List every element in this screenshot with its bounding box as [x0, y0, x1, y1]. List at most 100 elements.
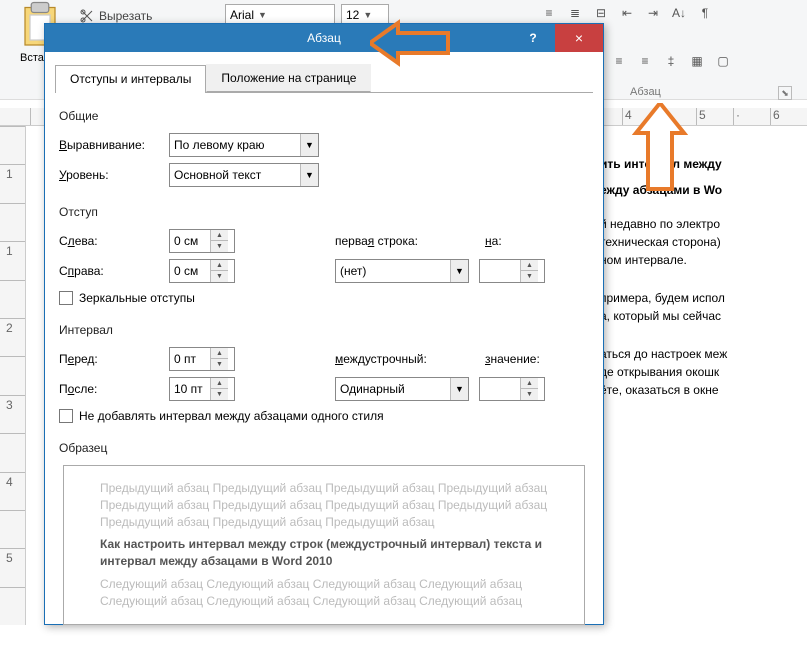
- alignment-value: По левому краю: [174, 138, 265, 152]
- increase-indent-icon[interactable]: ⇥: [644, 4, 662, 22]
- indent-right-spinner[interactable]: ▲▼: [169, 259, 235, 283]
- dialog-titlebar[interactable]: Абзац ? ×: [45, 24, 603, 52]
- align-left-icon[interactable]: ≡: [610, 52, 628, 70]
- space-after-spinner[interactable]: ▲▼: [169, 377, 235, 401]
- indent-left-spinner[interactable]: ▲▼: [169, 229, 235, 253]
- spin-down-icon[interactable]: ▼: [521, 271, 538, 282]
- space-before-value[interactable]: [170, 352, 210, 366]
- space-after-label: После:: [59, 382, 159, 396]
- number-list-icon[interactable]: ≣: [566, 4, 584, 22]
- space-before-label: Перед:: [59, 352, 159, 366]
- font-name-value: Arial: [230, 8, 254, 22]
- dialog-tabs: Отступы и интервалы Положение на страниц…: [55, 64, 593, 93]
- alignment-label: Выравнивание:: [59, 138, 159, 152]
- paragraph-dialog: Абзац ? × Отступы и интервалы Положение …: [44, 23, 604, 625]
- chevron-down-icon: ▼: [363, 10, 372, 20]
- doc-paragraph: й недавно по электротехническая сторона)…: [600, 215, 797, 269]
- outline-level-value: Основной текст: [174, 168, 261, 182]
- indent-right-value[interactable]: [170, 264, 210, 278]
- spin-down-icon[interactable]: ▼: [211, 241, 228, 252]
- paragraph-dialog-launcher[interactable]: ⬊: [778, 86, 792, 100]
- first-line-label: первая строка:: [335, 234, 475, 248]
- paste-label: Вста: [20, 52, 44, 64]
- help-button[interactable]: ?: [513, 24, 553, 52]
- preview-prev-text: Предыдущий абзац Предыдущий абзац Предыд…: [100, 480, 548, 530]
- chevron-down-icon: ▼: [450, 378, 468, 400]
- bullet-list-icon[interactable]: ≡: [540, 4, 558, 22]
- spin-up-icon[interactable]: ▲: [521, 260, 538, 271]
- first-line-by-value[interactable]: [480, 264, 520, 278]
- indent-left-value[interactable]: [170, 234, 210, 248]
- first-line-select[interactable]: (нет) ▼: [335, 259, 469, 283]
- group-title: Образец: [59, 441, 589, 455]
- line-spacing-value: Одинарный: [340, 382, 405, 396]
- paragraph-group-label: Абзац: [630, 86, 661, 98]
- indent-right-label: Справа:: [59, 264, 159, 278]
- borders-icon[interactable]: ▢: [714, 52, 732, 70]
- dialog-title: Абзац: [307, 31, 341, 45]
- cut-label: Вырезать: [99, 9, 152, 23]
- outline-level-select[interactable]: Основной текст ▼: [169, 163, 319, 187]
- multilevel-list-icon[interactable]: ⊟: [592, 4, 610, 22]
- checkbox-icon: [59, 291, 73, 305]
- line-spacing-at-value[interactable]: [480, 382, 520, 396]
- group-title: Общие: [59, 109, 589, 123]
- spin-down-icon[interactable]: ▼: [521, 389, 538, 400]
- doc-heading: ить интервал междуежду абзацами в Wo: [600, 150, 797, 201]
- align-center-icon[interactable]: ≡: [636, 52, 654, 70]
- checkbox-icon: [59, 409, 73, 423]
- space-before-spinner[interactable]: ▲▼: [169, 347, 235, 371]
- line-spacing-select[interactable]: Одинарный ▼: [335, 377, 469, 401]
- indent-left-label: Слева:: [59, 234, 159, 248]
- chevron-down-icon: ▼: [300, 164, 318, 186]
- group-title: Интервал: [59, 323, 589, 337]
- line-spacing-label: междустрочный:: [335, 352, 475, 366]
- space-after-value[interactable]: [170, 382, 210, 396]
- font-size-value: 12: [346, 8, 359, 22]
- first-line-by-spinner[interactable]: ▲▼: [479, 259, 545, 283]
- group-title: Отступ: [59, 205, 589, 219]
- line-spacing-at-spinner[interactable]: ▲▼: [479, 377, 545, 401]
- pilcrow-icon[interactable]: ¶: [696, 4, 714, 22]
- shading-icon[interactable]: ▦: [688, 52, 706, 70]
- no-space-same-style-checkbox[interactable]: Не добавлять интервал между абзацами одн…: [59, 409, 589, 423]
- paragraph-icons-row2: ≡ ≡ ‡ ▦ ▢: [610, 52, 732, 70]
- spin-down-icon[interactable]: ▼: [211, 389, 228, 400]
- spin-down-icon[interactable]: ▼: [211, 359, 228, 370]
- preview-box: Предыдущий абзац Предыдущий абзац Предыд…: [63, 465, 585, 625]
- decrease-indent-icon[interactable]: ⇤: [618, 4, 636, 22]
- alignment-select[interactable]: По левому краю ▼: [169, 133, 319, 157]
- outline-level-label: Уровень:: [59, 168, 159, 182]
- tab-indents-spacing[interactable]: Отступы и интервалы: [55, 65, 206, 93]
- mirror-indents-label: Зеркальные отступы: [79, 291, 195, 305]
- scissors-icon: [79, 8, 95, 24]
- group-spacing: Интервал Перед: ▲▼ междустрочный: значен…: [59, 323, 589, 423]
- mirror-indents-checkbox[interactable]: Зеркальные отступы: [59, 291, 589, 305]
- spin-up-icon[interactable]: ▲: [521, 378, 538, 389]
- spin-up-icon[interactable]: ▲: [211, 260, 228, 271]
- doc-paragraph: примера, будем испола, который мы сейчас: [600, 289, 797, 325]
- chevron-down-icon: ▼: [258, 10, 267, 20]
- tab-page-position[interactable]: Положение на странице: [206, 64, 371, 92]
- group-indent: Отступ Слева: ▲▼ первая строка: на: Спра…: [59, 205, 589, 305]
- vertical-ruler[interactable]: 112345: [0, 126, 26, 625]
- dialog-body: Общие Выравнивание: По левому краю ▼ Уров…: [45, 93, 603, 651]
- spin-up-icon[interactable]: ▲: [211, 348, 228, 359]
- first-line-value: (нет): [340, 264, 366, 278]
- spin-up-icon[interactable]: ▲: [211, 378, 228, 389]
- doc-paragraph: аться до настроек межде открывания окошк…: [600, 345, 797, 399]
- close-button[interactable]: ×: [555, 24, 603, 52]
- spin-up-icon[interactable]: ▲: [211, 230, 228, 241]
- preview-sample-text: Как настроить интервал между строк (межд…: [100, 536, 548, 570]
- line-spacing-icon[interactable]: ‡: [662, 52, 680, 70]
- sort-icon[interactable]: A↓: [670, 4, 688, 22]
- chevron-down-icon: ▼: [450, 260, 468, 282]
- group-preview: Образец Предыдущий абзац Предыдущий абза…: [59, 441, 589, 625]
- by-label: на:: [485, 234, 565, 248]
- preview-next-text: Следующий абзац Следующий абзац Следующи…: [100, 576, 548, 610]
- group-general: Общие Выравнивание: По левому краю ▼ Уров…: [59, 109, 589, 187]
- spin-down-icon[interactable]: ▼: [211, 271, 228, 282]
- chevron-down-icon: ▼: [300, 134, 318, 156]
- paragraph-icons-row1: ≡ ≣ ⊟ ⇤ ⇥ A↓ ¶: [540, 4, 714, 22]
- no-space-label: Не добавлять интервал между абзацами одн…: [79, 409, 384, 423]
